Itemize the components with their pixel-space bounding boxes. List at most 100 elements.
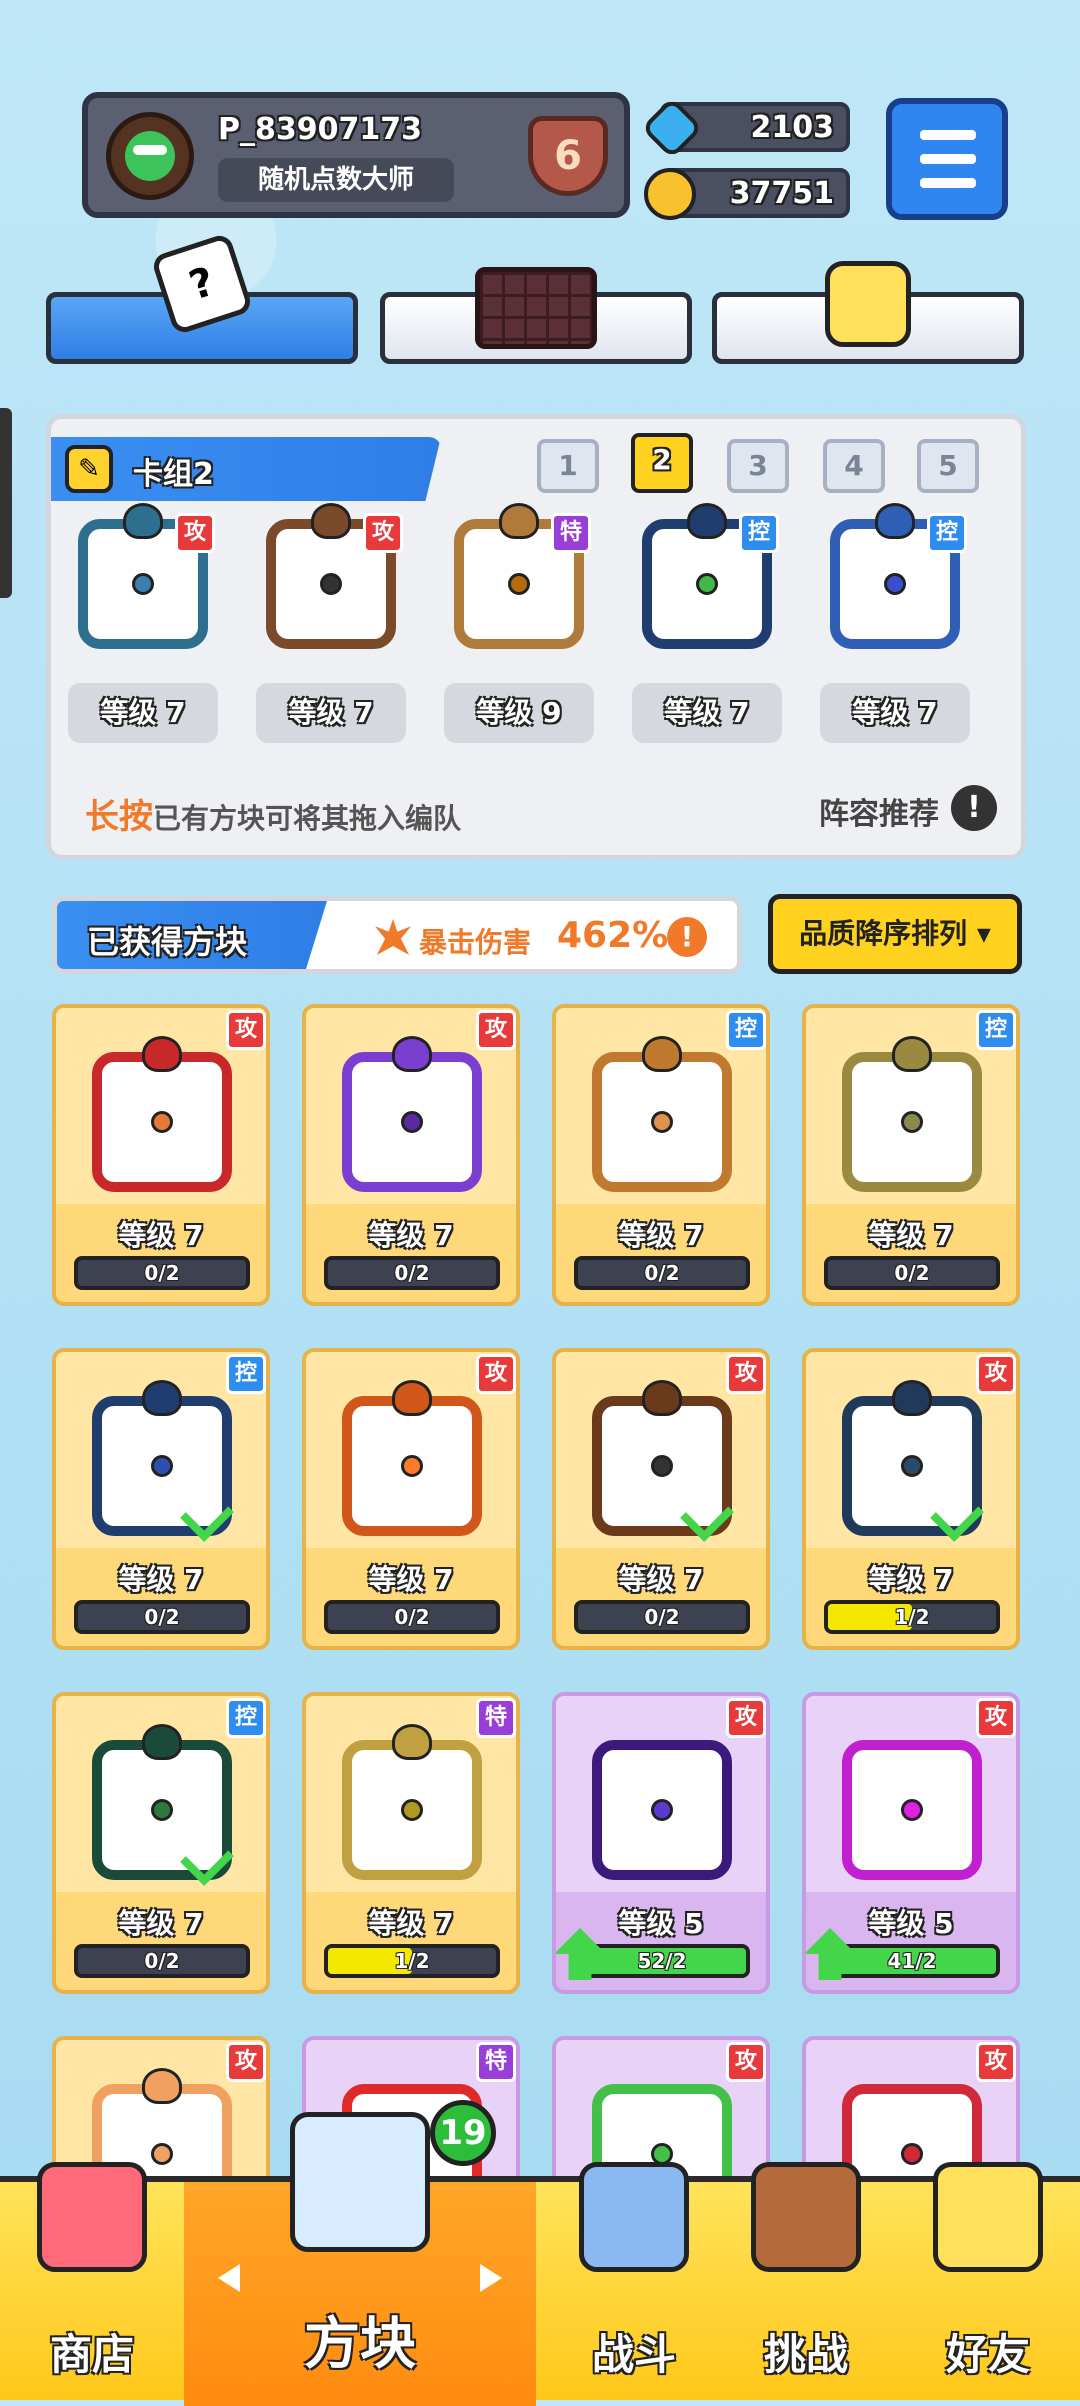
nav-blocks[interactable]: 方块 [184, 2112, 536, 2406]
level-label: 等级 7 [868, 1219, 954, 1252]
block-card[interactable]: 攻等级 5 41/2 [802, 1692, 1020, 1994]
arrow-right-icon[interactable] [480, 2264, 502, 2292]
nav-battle-label: 战斗 [591, 2330, 676, 2379]
nav-friends-label: 好友 [945, 2330, 1030, 2379]
block-card[interactable]: 攻等级 7 0/2 [52, 1004, 270, 1306]
arrow-left-icon[interactable] [218, 2264, 240, 2292]
block-card[interactable]: 攻等级 7 1/2 [802, 1348, 1020, 1650]
block-card[interactable]: 控等级 7 0/2 [802, 1004, 1020, 1306]
nav-challenge-label: 挑战 [763, 2330, 848, 2379]
upgrade-progress-bar: 0/2 [574, 1256, 750, 1290]
type-tag: 控 [226, 1698, 266, 1738]
dragon-crest-icon [392, 1724, 432, 1760]
info-icon[interactable]: ! [667, 917, 707, 957]
block-card[interactable]: 特等级 7 1/2 [302, 1692, 520, 1994]
type-tag: 控 [976, 1010, 1016, 1050]
deck-panel: ✎ 卡组2 1 2 3 4 5 攻等级 7 攻等级 7 特等级 9 控等级 7 控等级 … [46, 414, 1026, 860]
menu-icon [920, 130, 976, 140]
pip-icon [901, 1455, 923, 1477]
block-card[interactable]: 攻等级 7 0/2 [302, 1004, 520, 1306]
type-tag: 控 [927, 513, 967, 553]
level-label: 等级 7 [820, 683, 970, 743]
block-card[interactable]: 控等级 7 0/2 [52, 1692, 270, 1994]
deck-number-2[interactable]: 2 [631, 433, 693, 493]
tab-dice[interactable]: ? [46, 232, 358, 364]
pip-icon [884, 573, 906, 595]
block-card[interactable]: 控等级 7 0/2 [552, 1004, 770, 1306]
recommend-button[interactable]: 阵容推荐 [819, 789, 939, 833]
deck-number-1[interactable]: 1 [537, 439, 599, 493]
dragon-crest-icon [142, 1724, 182, 1760]
deck-title-bar: ✎ 卡组2 [51, 437, 441, 501]
pip-icon [401, 1111, 423, 1133]
coin-value: 37751 [729, 176, 834, 211]
progress-text: 0/2 [394, 1261, 430, 1285]
dragon-crest-icon [123, 503, 163, 539]
deck-slot[interactable]: 攻等级 7 [65, 503, 221, 743]
nav-shop[interactable]: 商店 [0, 2162, 184, 2406]
nav-shop-label: 商店 [49, 2330, 134, 2379]
coin-icon [644, 168, 696, 220]
collection-header: 已获得方块 暴击伤害 462% ! [52, 896, 742, 974]
block-icon [592, 1036, 732, 1192]
level-label: 等级 7 [618, 1219, 704, 1252]
deck-number-5[interactable]: 5 [917, 439, 979, 493]
progress-text: 0/2 [894, 1261, 930, 1285]
type-tag: 攻 [226, 1010, 266, 1050]
menu-button[interactable] [886, 98, 1008, 220]
pip-icon [320, 573, 342, 595]
pip-icon [401, 1799, 423, 1821]
block-card[interactable]: 攻等级 7 0/2 [552, 1348, 770, 1650]
pip-icon [901, 1799, 923, 1821]
block-icon [342, 1724, 482, 1880]
block-icon [92, 1380, 234, 1542]
pip-icon [696, 573, 718, 595]
tab-emoji[interactable] [712, 261, 1024, 364]
pip-icon [901, 1111, 923, 1133]
edit-pencil-icon[interactable]: ✎ [65, 445, 113, 493]
deck-slot[interactable]: 攻等级 7 [253, 503, 409, 743]
dragon-crest-icon [875, 503, 915, 539]
deck-slot[interactable]: 特等级 9 [441, 503, 597, 743]
deck-number-3[interactable]: 3 [727, 439, 789, 493]
block-card[interactable]: 控等级 7 0/2 [52, 1348, 270, 1650]
info-icon[interactable]: ! [951, 785, 997, 831]
type-tag: 控 [226, 1354, 266, 1394]
type-tag: 攻 [976, 1698, 1016, 1738]
dragon-crest-icon [687, 503, 727, 539]
block-card[interactable]: 攻等级 7 0/2 [302, 1348, 520, 1650]
crit-burst-icon [375, 919, 411, 955]
level-label: 等级 7 [368, 1563, 454, 1596]
upgrade-progress-bar: 0/2 [74, 1256, 250, 1290]
sort-dropdown[interactable]: 品质降序排列 ▾ [768, 894, 1022, 974]
upgrade-progress-bar: 1/2 [824, 1600, 1000, 1634]
tab-board[interactable] [380, 267, 692, 364]
gem-counter[interactable]: 2103 [640, 96, 850, 160]
dragon-crest-icon [642, 1036, 682, 1072]
type-tag: 攻 [363, 513, 403, 553]
coin-counter[interactable]: 37751 [644, 168, 850, 220]
block-card[interactable]: 攻等级 5 52/2 [552, 1692, 770, 1994]
level-label: 等级 7 [368, 1219, 454, 1252]
crit-label: 暴击伤害 [419, 926, 532, 959]
type-tag: 攻 [476, 1010, 516, 1050]
block-icon [92, 1036, 232, 1192]
player-profile[interactable]: P_83907173 随机点数大师 6 [82, 92, 630, 218]
deck-number-4[interactable]: 4 [823, 439, 885, 493]
nav-battle[interactable]: 战斗 [544, 2162, 724, 2406]
friends-icon [933, 2162, 1043, 2272]
deck-slot[interactable]: 控等级 7 [629, 503, 785, 743]
type-tag: 攻 [476, 1354, 516, 1394]
deck-slot[interactable]: 控等级 7 [817, 503, 973, 743]
type-tag: 攻 [726, 1354, 766, 1394]
notification-badge: 19 [430, 2100, 496, 2166]
dragon-crest-icon [392, 1036, 432, 1072]
player-avatar [106, 112, 194, 200]
pip-icon [901, 2143, 923, 2165]
level-label: 等级 7 [368, 1907, 454, 1940]
bottom-nav: 商店 方块 战斗 挑战 好友 [0, 2112, 1080, 2406]
side-drawer-handle[interactable] [0, 408, 12, 598]
type-tag: 攻 [976, 1354, 1016, 1394]
nav-friends[interactable]: 好友 [896, 2162, 1080, 2406]
nav-challenge[interactable]: 挑战 [716, 2162, 896, 2406]
